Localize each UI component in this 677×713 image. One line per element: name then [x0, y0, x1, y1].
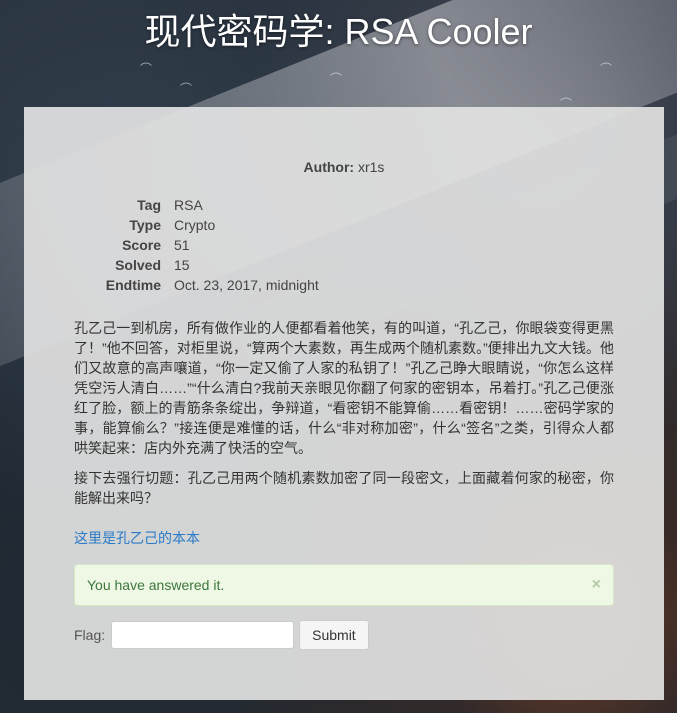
- meta-key: Type: [129, 217, 161, 233]
- author-label: Author:: [303, 159, 355, 175]
- alert-message: You have answered it.: [87, 577, 225, 593]
- description-paragraph: 接下去强行切题：孔乙己用两个随机素数加密了同一段密文，上面藏着何家的秘密，你能解…: [74, 470, 614, 506]
- challenge-panel: Author: xr1s Tag RSA Type Crypto Score 5…: [24, 107, 664, 700]
- meta-value: Oct. 23, 2017, midnight: [174, 277, 319, 293]
- meta-key: Score: [122, 237, 161, 253]
- meta-value: Crypto: [174, 217, 216, 233]
- meta-row-type: Type Crypto: [74, 215, 614, 235]
- meta-key: Endtime: [105, 277, 161, 293]
- challenge-description: 孔乙己一到机房，所有做作业的人便都看着他笑，有的叫道，“孔乙己，你眼袋变得更黑了…: [74, 318, 614, 508]
- challenge-meta: Tag RSA Type Crypto Score 51 Solved 15 E…: [74, 195, 614, 295]
- meta-row-solved: Solved 15: [74, 255, 614, 275]
- meta-key: Tag: [137, 197, 161, 213]
- meta-row-tag: Tag RSA: [74, 195, 614, 215]
- download-link[interactable]: 这里是孔乙己的本本: [74, 528, 200, 548]
- meta-value: 15: [174, 257, 190, 273]
- flag-label: Flag:: [74, 627, 106, 643]
- flag-input[interactable]: [111, 621, 295, 649]
- meta-key: Solved: [115, 257, 161, 273]
- meta-row-endtime: Endtime Oct. 23, 2017, midnight: [74, 275, 614, 295]
- author-name: xr1s: [357, 159, 385, 175]
- meta-value: 51: [174, 237, 190, 253]
- success-alert: You have answered it. ×: [74, 564, 614, 606]
- flag-form: Flag: Submit: [74, 620, 614, 650]
- submit-button[interactable]: Submit: [299, 620, 369, 650]
- author-line: Author: xr1s: [74, 159, 614, 175]
- page-title: 现代密码学: RSA Cooler: [144, 11, 533, 52]
- close-icon[interactable]: ×: [592, 576, 601, 594]
- description-paragraph: 孔乙己一到机房，所有做作业的人便都看着他笑，有的叫道，“孔乙己，你眼袋变得更黑了…: [74, 320, 614, 456]
- meta-value: RSA: [174, 197, 203, 213]
- meta-row-score: Score 51: [74, 235, 614, 255]
